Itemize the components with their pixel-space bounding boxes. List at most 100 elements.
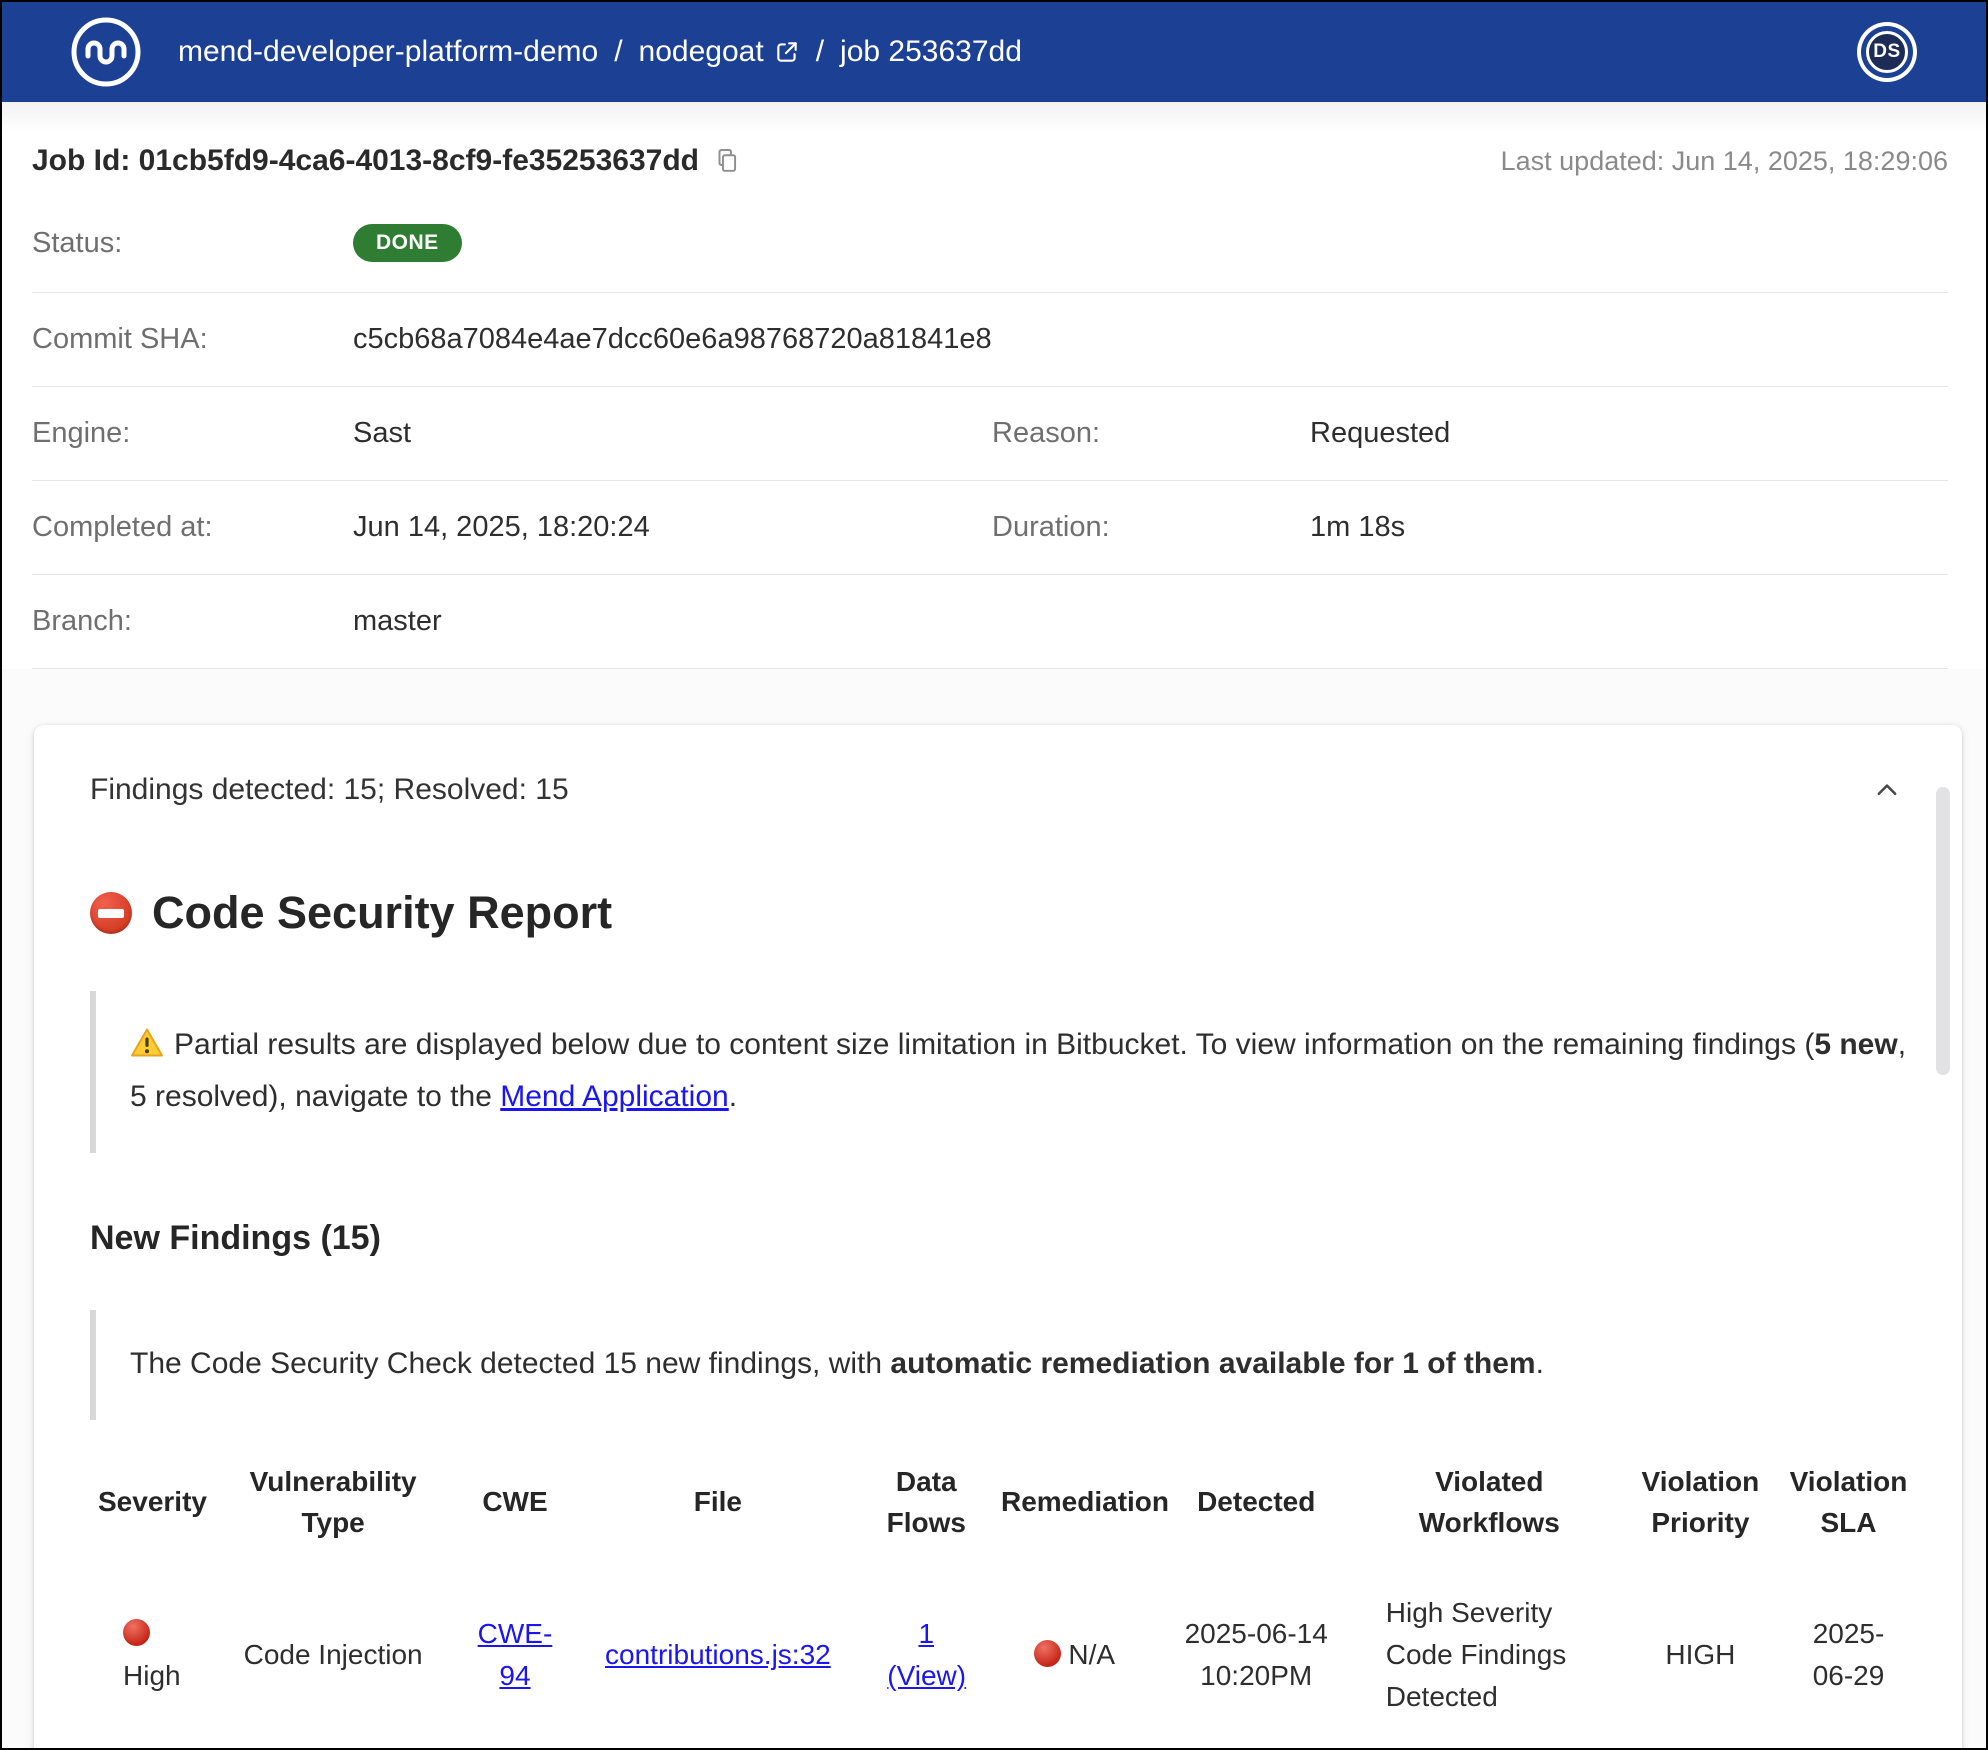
violated-workflows-cell: High Severity Code Findings Detected (1357, 1745, 1622, 1750)
col-header-severity: Severity (90, 1440, 212, 1565)
detected-cell: 2025-06-14 10:20PM (1156, 1745, 1357, 1750)
engine-label: Engine: (32, 417, 353, 450)
detected-cell: 2025-06-14 10:20PM (1156, 1565, 1357, 1745)
col-header-violated-workflows: Violated Workflows (1357, 1440, 1622, 1565)
col-header-violation-priority: Violation Priority (1622, 1440, 1779, 1565)
warning-text-post: . (729, 1080, 737, 1113)
mend-logo-icon[interactable] (68, 14, 144, 90)
col-header-vulnerability-type: Vulnerability Type (212, 1440, 453, 1565)
finding-row: High Code Injection CWE-94 contributions… (90, 1565, 1918, 1745)
col-header-data-flows: Data Flows (860, 1440, 993, 1565)
completed-at-value: Jun 14, 2025, 18:20:24 (353, 511, 992, 544)
high-severity-icon (123, 1619, 150, 1646)
col-header-detected: Detected (1156, 1440, 1357, 1565)
completed-at-label: Completed at: (32, 511, 353, 544)
engine-value: Sast (353, 417, 992, 450)
vertical-scrollbar-thumb[interactable] (1936, 787, 1950, 1075)
top-navbar: mend-developer-platform-demo / nodegoat … (2, 2, 1986, 102)
severity-cell: High (90, 1745, 212, 1750)
copy-icon (713, 146, 741, 176)
remediation-cell: N/A (993, 1565, 1156, 1745)
job-id: Job Id: 01cb5fd9-4ca6-4013-8cf9-fe352536… (32, 144, 699, 178)
report-title-text: Code Security Report (152, 887, 612, 939)
intro-text-post: . (1536, 1347, 1544, 1380)
reason-value: Requested (1310, 417, 1948, 450)
reason-label: Reason: (992, 417, 1310, 450)
report-body: Code Security Report Partial results are… (34, 887, 1962, 1750)
data-flows-link[interactable]: 1 (View) (887, 1613, 965, 1697)
commit-sha-row: Commit SHA: c5cb68a7084e4ae7dcc60e6a9876… (32, 293, 1948, 387)
breadcrumb-repo-label: nodegoat (639, 35, 764, 69)
branch-value: master (353, 605, 992, 638)
data-flows-cell: 1 (View) (860, 1745, 993, 1750)
breadcrumb: mend-developer-platform-demo / nodegoat … (178, 35, 1022, 69)
findings-table: Severity Vulnerability Type CWE File Dat… (90, 1440, 1918, 1750)
violation-priority-cell: HIGH (1622, 1565, 1779, 1745)
duration-value: 1m 18s (1310, 511, 1948, 544)
violation-sla-text: 2025-06-29 (1805, 1613, 1893, 1697)
status-row: Status: DONE (32, 194, 1948, 293)
breadcrumb-separator: / (816, 35, 824, 69)
intro-text-pre: The Code Security Check detected 15 new … (130, 1347, 890, 1380)
warning-text-pre: Partial results are displayed below due … (174, 1028, 1814, 1061)
completed-duration-row: Completed at: Jun 14, 2025, 18:20:24 Dur… (32, 481, 1948, 575)
col-header-file: File (576, 1440, 859, 1565)
finding-row: High Code Injection CWE-94 contributions… (90, 1745, 1918, 1750)
file-cell: contributions.js:33 (576, 1745, 859, 1750)
avatar-initials: DS (1873, 41, 1900, 63)
table-header-row: Severity Vulnerability Type CWE File Dat… (90, 1440, 1918, 1565)
no-entry-icon (90, 892, 132, 934)
warning-text-bold: 5 new (1814, 1028, 1897, 1061)
chevron-up-icon (1872, 775, 1902, 805)
vulnerability-type-cell: Code Injection (212, 1565, 453, 1745)
new-findings-heading: New Findings (15) (90, 1219, 1918, 1258)
breadcrumb-project-link[interactable]: mend-developer-platform-demo (178, 35, 598, 69)
data-flows-cell: 1 (View) (860, 1565, 993, 1745)
job-id-row: Job Id: 01cb5fd9-4ca6-4013-8cf9-fe352536… (32, 102, 1948, 194)
detected-text: 2025-06-14 10:20PM (1180, 1613, 1332, 1697)
findings-report-card: Findings detected: 15; Resolved: 15 Code… (34, 725, 1962, 1750)
partial-results-warning: Partial results are displayed below due … (90, 991, 1918, 1153)
commit-sha-value: c5cb68a7084e4ae7dcc60e6a98768720a81841e8 (353, 323, 992, 356)
warning-icon (130, 1025, 164, 1073)
intro-text-bold: automatic remediation available for 1 of… (890, 1347, 1535, 1380)
col-header-remediation: Remediation (993, 1440, 1156, 1565)
mend-application-link[interactable]: Mend Application (500, 1080, 729, 1113)
findings-summary-text: Findings detected: 15; Resolved: 15 (90, 773, 569, 807)
remediation-na-icon (1034, 1640, 1061, 1667)
file-cell: contributions.js:32 (576, 1565, 859, 1745)
violation-priority-cell: HIGH (1622, 1745, 1779, 1750)
external-link-icon (774, 39, 800, 65)
violation-sla-cell: 2025-06-29 (1779, 1565, 1918, 1745)
severity-text: High (123, 1660, 181, 1691)
cwe-cell: CWE-94 (454, 1745, 576, 1750)
cwe-link[interactable]: CWE-94 (474, 1613, 556, 1697)
findings-summary-header[interactable]: Findings detected: 15; Resolved: 15 (34, 725, 1962, 807)
breadcrumb-current-page: job 253637dd (840, 35, 1022, 69)
commit-sha-label: Commit SHA: (32, 323, 353, 356)
user-avatar[interactable]: DS (1866, 31, 1908, 73)
duration-label: Duration: (992, 511, 1310, 544)
cwe-cell: CWE-94 (454, 1565, 576, 1745)
branch-row: Branch: master (32, 575, 1948, 669)
report-title: Code Security Report (90, 887, 1918, 939)
status-badge: DONE (353, 224, 462, 262)
remediation-text: N/A (1068, 1639, 1115, 1670)
violation-sla-cell: 2025-06-29 (1779, 1745, 1918, 1750)
severity-cell: High (90, 1565, 212, 1745)
breadcrumb-separator: / (614, 35, 622, 69)
last-updated-text: Last updated: Jun 14, 2025, 18:29:06 (1501, 146, 1948, 177)
violated-workflows-cell: High Severity Code Findings Detected (1357, 1565, 1622, 1745)
remediation-cell: N/A (993, 1745, 1156, 1750)
status-label: Status: (32, 227, 353, 260)
file-link[interactable]: contributions.js:32 (605, 1639, 831, 1670)
screenshot-frame: mend-developer-platform-demo / nodegoat … (0, 0, 1988, 1750)
findings-intro: The Code Security Check detected 15 new … (90, 1310, 1918, 1420)
engine-reason-row: Engine: Sast Reason: Requested (32, 387, 1948, 481)
job-details-section: Job Id: 01cb5fd9-4ca6-4013-8cf9-fe352536… (2, 102, 1986, 669)
copy-job-id-button[interactable] (713, 146, 741, 176)
collapse-panel-button[interactable] (1872, 775, 1902, 805)
col-header-violation-sla: Violation SLA (1779, 1440, 1918, 1565)
branch-label: Branch: (32, 605, 353, 638)
breadcrumb-repo-link[interactable]: nodegoat (639, 35, 800, 69)
